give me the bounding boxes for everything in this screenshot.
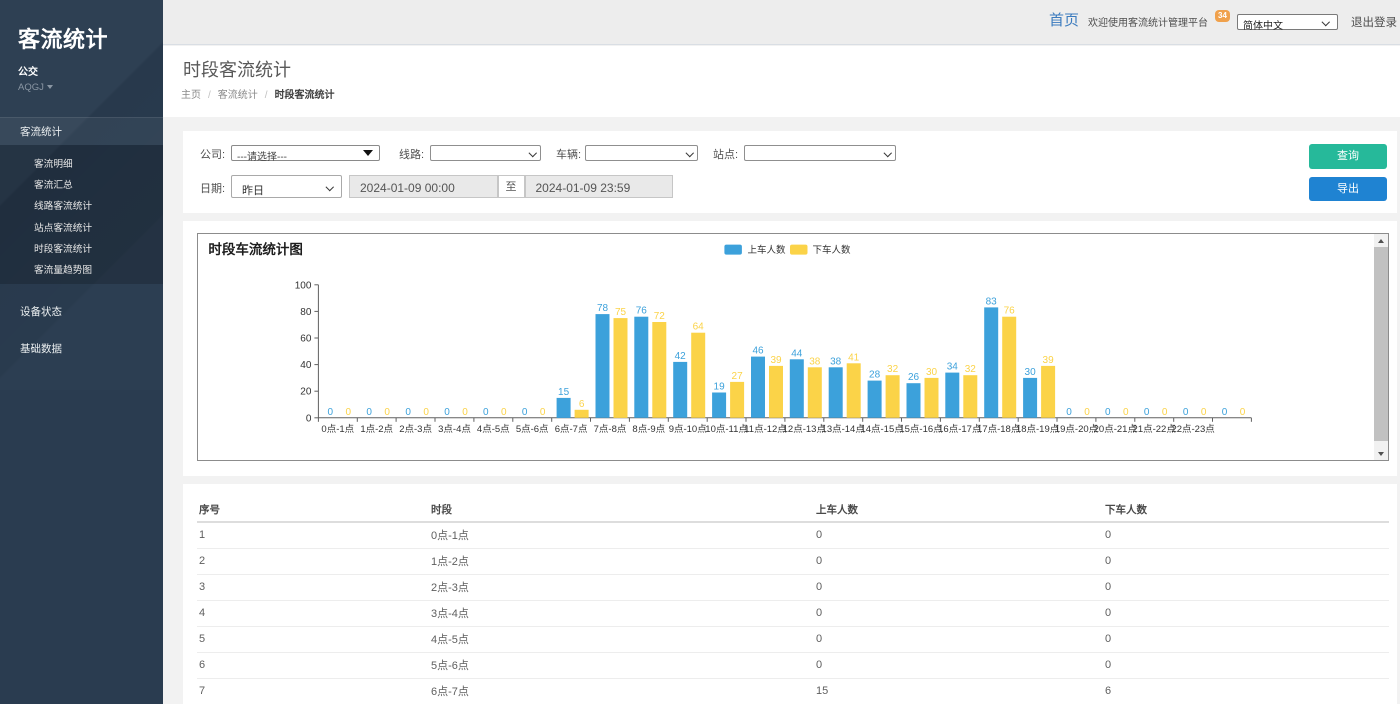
- svg-text:0: 0: [346, 407, 352, 418]
- svg-text:0: 0: [1162, 407, 1168, 418]
- svg-text:0: 0: [423, 407, 429, 418]
- svg-text:39: 39: [1043, 355, 1055, 366]
- svg-text:76: 76: [1004, 306, 1016, 317]
- svg-text:下车人数: 下车人数: [813, 244, 852, 256]
- svg-text:0: 0: [1066, 407, 1072, 418]
- svg-text:28: 28: [869, 370, 881, 381]
- svg-text:18点-19点: 18点-19点: [1016, 424, 1060, 435]
- svg-text:64: 64: [693, 322, 705, 333]
- svg-text:0: 0: [483, 407, 489, 418]
- svg-text:19: 19: [714, 382, 726, 393]
- svg-text:83: 83: [986, 296, 998, 307]
- svg-text:13点-14点: 13点-14点: [822, 424, 866, 435]
- svg-text:7点-8点: 7点-8点: [594, 424, 627, 435]
- svg-text:44: 44: [791, 348, 803, 359]
- svg-text:10点-11点: 10点-11点: [705, 424, 748, 435]
- svg-text:39: 39: [770, 355, 782, 366]
- svg-text:0: 0: [540, 407, 546, 418]
- svg-text:0: 0: [444, 407, 450, 418]
- svg-text:0: 0: [1201, 407, 1207, 418]
- svg-text:42: 42: [675, 351, 687, 362]
- svg-text:9点-10点: 9点-10点: [669, 424, 708, 435]
- svg-text:0: 0: [462, 407, 468, 418]
- svg-text:时段车流统计图: 时段车流统计图: [208, 241, 303, 257]
- svg-text:0: 0: [1084, 407, 1090, 418]
- svg-text:30: 30: [926, 367, 938, 378]
- svg-text:5点-6点: 5点-6点: [516, 424, 549, 435]
- svg-text:6点-7点: 6点-7点: [555, 424, 588, 435]
- svg-text:19点-20点: 19点-20点: [1055, 424, 1099, 435]
- svg-text:11点-12点: 11点-12点: [744, 424, 787, 435]
- svg-text:46: 46: [752, 346, 764, 357]
- svg-text:0点-1点: 0点-1点: [321, 424, 354, 435]
- svg-text:0: 0: [306, 413, 312, 424]
- svg-text:0: 0: [501, 407, 507, 418]
- svg-text:15: 15: [558, 387, 570, 398]
- svg-text:0: 0: [328, 407, 334, 418]
- svg-text:34: 34: [947, 362, 959, 373]
- svg-text:0: 0: [522, 407, 528, 418]
- svg-text:0: 0: [1183, 407, 1189, 418]
- svg-text:0: 0: [1105, 407, 1111, 418]
- svg-text:21点-22点: 21点-22点: [1133, 424, 1177, 435]
- svg-text:75: 75: [615, 307, 627, 318]
- svg-text:22点-23点: 22点-23点: [1171, 424, 1215, 435]
- svg-text:0: 0: [1222, 407, 1228, 418]
- svg-text:12点-13点: 12点-13点: [783, 424, 827, 435]
- svg-text:32: 32: [965, 364, 977, 375]
- svg-text:40: 40: [300, 360, 312, 371]
- svg-text:20: 20: [300, 387, 312, 398]
- svg-text:1点-2点: 1点-2点: [360, 424, 393, 435]
- svg-text:2点-3点: 2点-3点: [399, 424, 432, 435]
- svg-text:30: 30: [1025, 367, 1037, 378]
- svg-text:8点-9点: 8点-9点: [632, 424, 665, 435]
- svg-text:17点-18点: 17点-18点: [977, 424, 1021, 435]
- svg-text:76: 76: [636, 306, 648, 317]
- svg-text:72: 72: [654, 311, 666, 322]
- svg-text:20点-21点: 20点-21点: [1094, 424, 1138, 435]
- svg-text:3点-4点: 3点-4点: [438, 424, 471, 435]
- svg-text:26: 26: [908, 372, 920, 383]
- svg-text:14点-15点: 14点-15点: [860, 424, 904, 435]
- svg-text:38: 38: [809, 356, 821, 367]
- svg-text:60: 60: [300, 334, 312, 345]
- svg-text:0: 0: [1144, 407, 1150, 418]
- svg-text:80: 80: [300, 307, 312, 318]
- svg-text:0: 0: [405, 407, 411, 418]
- svg-text:4点-5点: 4点-5点: [477, 424, 510, 435]
- svg-text:上车人数: 上车人数: [748, 244, 787, 256]
- svg-text:0: 0: [1240, 407, 1246, 418]
- svg-text:41: 41: [848, 352, 860, 363]
- svg-text:32: 32: [887, 364, 899, 375]
- svg-text:38: 38: [830, 356, 842, 367]
- svg-text:15点-16点: 15点-16点: [899, 424, 943, 435]
- svg-text:27: 27: [732, 371, 744, 382]
- svg-text:78: 78: [597, 303, 609, 314]
- svg-text:0: 0: [1123, 407, 1129, 418]
- svg-text:16点-17点: 16点-17点: [938, 424, 982, 435]
- svg-text:6: 6: [579, 399, 585, 410]
- svg-text:0: 0: [384, 407, 390, 418]
- svg-text:0: 0: [366, 407, 372, 418]
- svg-text:100: 100: [295, 280, 312, 291]
